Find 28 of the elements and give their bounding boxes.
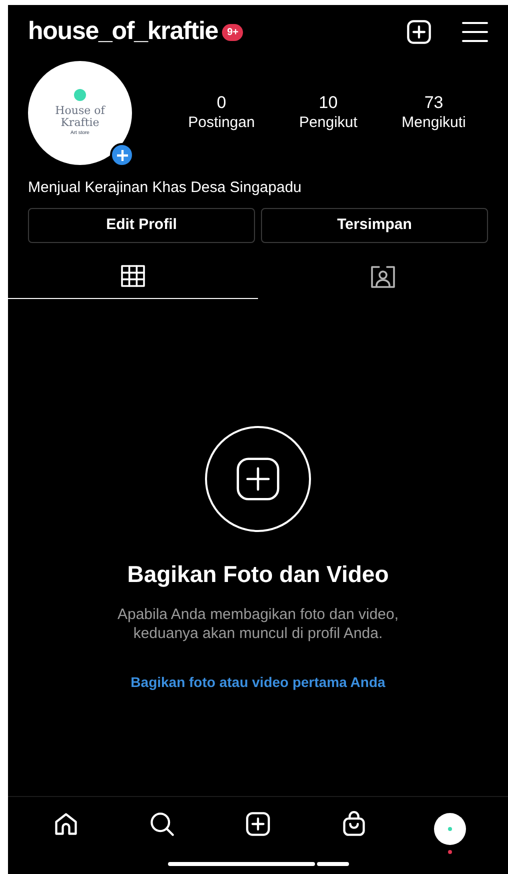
- logo-text: Kraftie: [60, 117, 100, 129]
- empty-state-title: Bagikan Foto dan Video: [127, 560, 389, 589]
- shopping-bag-icon[interactable]: [341, 811, 367, 837]
- share-first-post-link[interactable]: Bagikan foto atau video pertama Anda: [130, 672, 386, 693]
- stat-label: Postingan: [188, 113, 255, 133]
- plus-icon: [116, 150, 128, 160]
- home-icon[interactable]: [53, 811, 79, 837]
- stat-count: 73: [424, 93, 444, 113]
- notification-badge: 9+: [222, 24, 244, 40]
- empty-state-description: Apabila Anda membagikan foto dan video, keduanya akan muncul di profil Anda.: [116, 605, 400, 643]
- bio-text: Menjual Kerajinan Khas Desa Singapadu: [27, 178, 303, 198]
- menu-icon[interactable]: [462, 21, 488, 43]
- stat-label: Mengikuti: [402, 113, 466, 133]
- add-post-icon[interactable]: [245, 811, 271, 837]
- grid-icon: [121, 264, 145, 286]
- logo-text: House of: [55, 105, 105, 117]
- stat-count: 10: [318, 93, 338, 113]
- stat-count: 0: [216, 93, 226, 113]
- plus-square-icon: [235, 456, 281, 502]
- profile-button[interactable]: Edit Profil: [28, 208, 255, 242]
- username-title: house_of_kraftie: [28, 16, 218, 48]
- new-post-icon[interactable]: [406, 19, 432, 45]
- search-icon[interactable]: [149, 811, 175, 837]
- stat-label: Pengikut: [299, 113, 358, 133]
- profile-button[interactable]: Tersimpan: [261, 208, 488, 242]
- tagged-person-icon: [370, 264, 396, 288]
- home-indicator: [316, 862, 348, 866]
- profile-avatar[interactable]: [434, 813, 466, 845]
